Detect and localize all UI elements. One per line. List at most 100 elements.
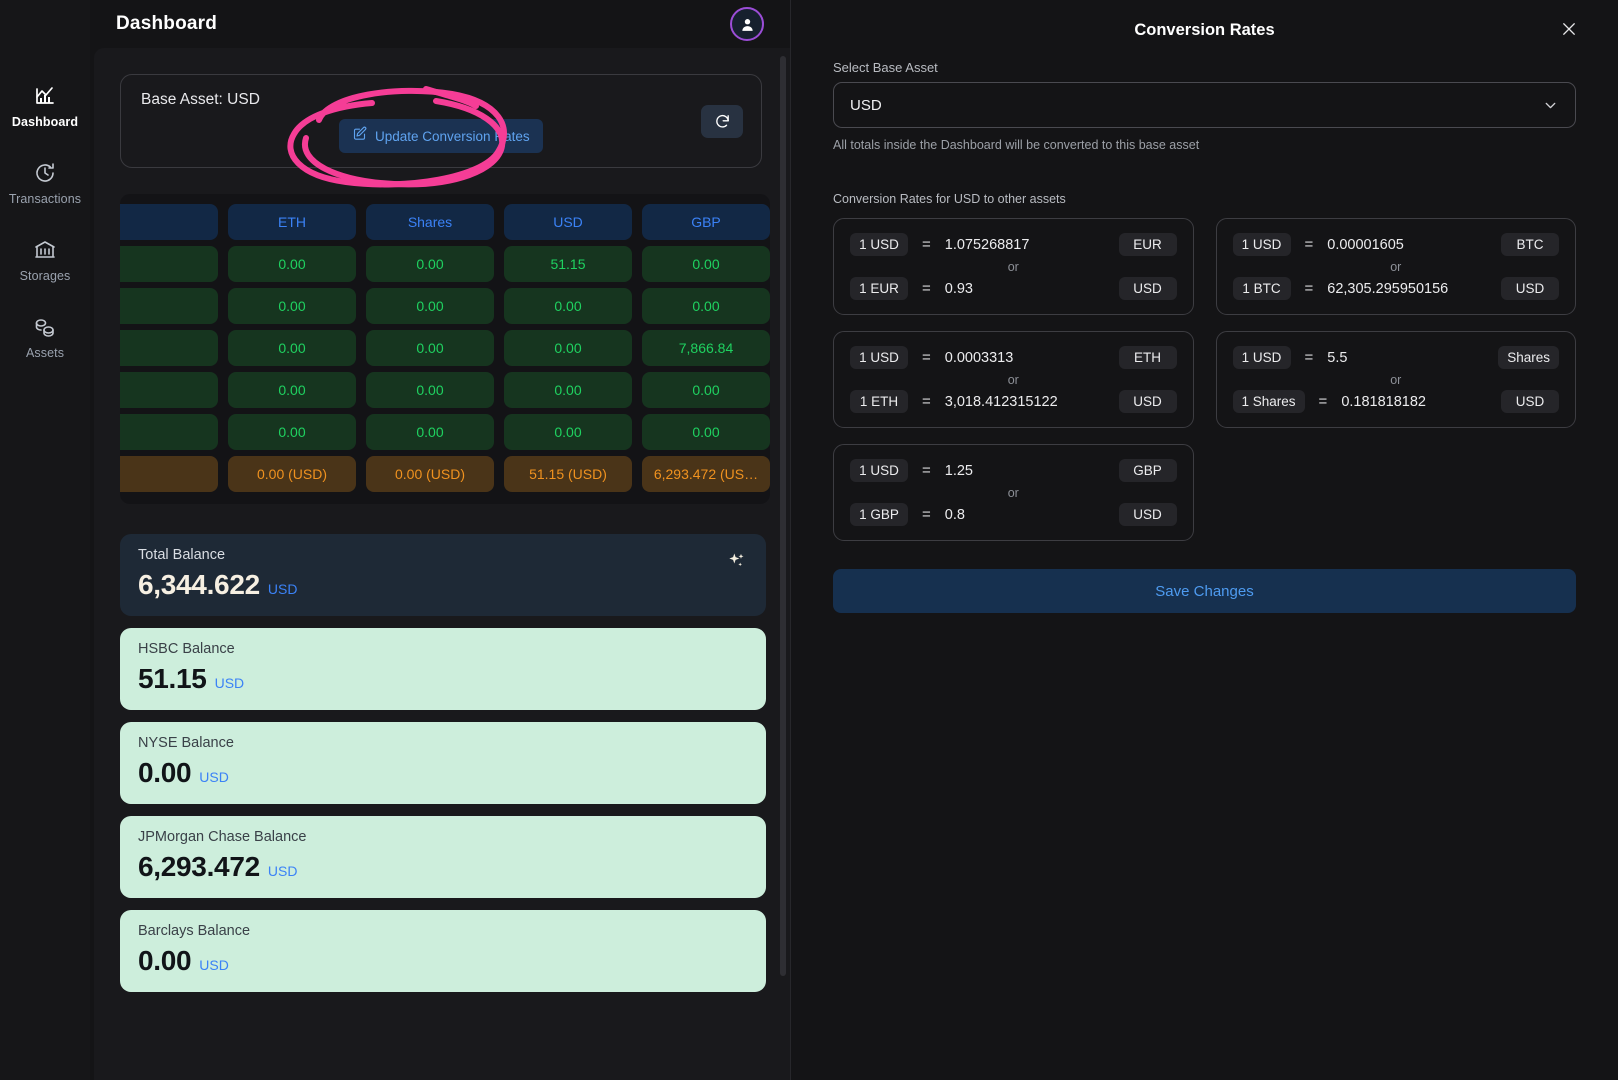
sidebar-item-assets[interactable]: Assets [0, 309, 90, 368]
table-row: 0.000.000.000.000.00 (USD) [120, 288, 770, 324]
rate-value-input[interactable]: 0.0003313 [945, 350, 1105, 366]
rate-from-pill: 1 Shares [1232, 390, 1305, 413]
balance-card[interactable]: NYSE Balance 0.00 USD [120, 722, 766, 804]
rate-value-input[interactable]: 0.93 [945, 281, 1105, 297]
equals-sign: = [1318, 393, 1328, 410]
rate-value-input[interactable]: 0.00001605 [1327, 237, 1487, 253]
rate-forward-line: 1 USD = 0.00001605 BTC [1232, 233, 1559, 256]
matrix-cell [120, 414, 218, 450]
bank-icon [33, 238, 57, 262]
matrix-cell: 0.00 [504, 372, 632, 408]
balance-card[interactable]: Total Balance 6,344.622 USD [120, 534, 766, 616]
sidebar-item-label: Assets [25, 346, 65, 360]
balance-unit: USD [267, 863, 298, 879]
equals-sign: = [1304, 349, 1314, 366]
conversion-rate-card: 1 USD = 0.0003313 ETH or 1 ETH = 3,018.41231512… [833, 331, 1194, 428]
matrix-cell: 0.00 [642, 246, 770, 282]
rate-from-pill: 1 USD [850, 233, 908, 256]
sidebar-item-transactions[interactable]: Transactions [0, 155, 90, 214]
rate-forward-line: 1 USD = 1.075268817 EUR [850, 233, 1177, 256]
pencil-square-icon [352, 126, 367, 146]
rate-to-pill: USD [1118, 277, 1177, 300]
matrix-cell: 0.00 [642, 288, 770, 324]
rate-reverse-line: 1 ETH = 3,018.412315122 USD [850, 390, 1177, 413]
refresh-button[interactable] [701, 105, 743, 138]
asset-storage-matrix[interactable]: ETHSharesUSDGBPAll Total0.000.0051.150.0… [120, 194, 770, 504]
chevron-down-icon [1545, 102, 1556, 108]
user-avatar-icon [741, 18, 753, 31]
matrix-header-cell: USD [504, 204, 632, 240]
rate-value-input[interactable]: 0.8 [945, 507, 1105, 523]
balance-card[interactable]: JPMorgan Chase Balance 6,293.472 USD [120, 816, 766, 898]
rate-from-pill: 1 EUR [850, 277, 908, 300]
matrix-cell: 0.00 [366, 372, 494, 408]
sidebar-item-label: Dashboard [11, 115, 79, 129]
rate-from-pill: 1 ETH [850, 390, 908, 413]
clock-history-icon [33, 161, 57, 185]
base-asset-select-value: USD [850, 96, 882, 114]
rate-value-input[interactable]: 1.25 [945, 463, 1105, 479]
rate-value-input[interactable]: 3,018.412315122 [945, 394, 1105, 410]
matrix-cell: 0.00 [228, 330, 356, 366]
rate-forward-line: 1 USD = 1.25 GBP [850, 459, 1177, 482]
table-row: 0.000.000.007,866.846,293.472 (US… [120, 330, 770, 366]
sidebar-item-storages[interactable]: Storages [0, 232, 90, 291]
sidebar-item-dashboard[interactable]: Dashboard [0, 78, 90, 137]
matrix-cell [120, 330, 218, 366]
refresh-icon [715, 114, 729, 128]
rate-or-separator: or [1007, 486, 1019, 500]
rate-to-pill: BTC [1501, 233, 1559, 256]
matrix-cell: 0.00 (USD) [366, 456, 494, 492]
equals-sign: = [922, 462, 931, 479]
rate-from-pill: 1 USD [1232, 346, 1291, 369]
matrix-cell: 0.00 [228, 414, 356, 450]
balance-card[interactable]: Barclays Balance 0.00 USD [120, 910, 766, 992]
matrix-cell: 7,866.84 [642, 330, 770, 366]
matrix-cell: 0.00 [366, 414, 494, 450]
matrix-header-cell [120, 204, 218, 240]
balance-unit: USD [214, 675, 245, 691]
matrix-cell: 0.00 [228, 288, 356, 324]
conversion-rates-panel: Conversion Rates Select Base Asset USD A… [790, 0, 1618, 1080]
balance-card[interactable]: HSBC Balance 51.15 USD [120, 628, 766, 710]
rate-or-separator: or [1390, 260, 1402, 274]
save-changes-button[interactable]: Save Changes [833, 569, 1576, 613]
matrix-cell [120, 246, 218, 282]
rate-value-input[interactable]: 0.181818182 [1341, 394, 1487, 410]
matrix-cell: 0.00 [228, 246, 356, 282]
equals-sign: = [922, 506, 931, 523]
balance-unit: USD [267, 581, 298, 597]
rate-to-pill: USD [1118, 390, 1177, 413]
rate-reverse-line: 1 GBP = 0.8 USD [850, 503, 1177, 526]
balance-unit: USD [199, 957, 229, 973]
balance-amount-row: 0.00 USD [138, 945, 748, 977]
equals-sign: = [922, 393, 931, 410]
rate-value-input[interactable]: 5.5 [1327, 350, 1484, 366]
update-conversion-rates-button[interactable]: Update Conversion Rates [339, 119, 543, 153]
base-asset-text: Base Asset: USD [141, 91, 260, 108]
table-row: 0.000.0051.150.0051.15 (USD) [120, 246, 770, 282]
rate-reverse-line: 1 Shares = 0.181818182 USD [1232, 390, 1559, 413]
vertical-scrollbar[interactable] [780, 56, 786, 976]
equals-sign: = [922, 349, 931, 366]
close-button[interactable] [1558, 18, 1580, 40]
save-changes-label: Save Changes [1155, 582, 1254, 600]
rate-forward-line: 1 USD = 5.5 Shares [1232, 346, 1559, 369]
balance-cards-list: Total Balance 6,344.622 USD HSBC Balance 51.… [120, 534, 770, 992]
balance-card-label: Total Balance [138, 547, 226, 563]
balance-card-label: JPMorgan Chase Balance [138, 829, 307, 845]
avatar[interactable] [730, 7, 764, 41]
dashboard-app-area: Dashboard Transactions Storages Assets D… [0, 0, 790, 1080]
balance-amount-row: 0.00 USD [138, 757, 748, 789]
rate-value-input[interactable]: 62,305.295950156 [1327, 281, 1487, 297]
matrix-cell: 0.00 [366, 288, 494, 324]
rate-or-separator: or [1007, 260, 1019, 274]
rate-value-input[interactable]: 1.075268817 [945, 237, 1105, 253]
rate-from-pill: 1 USD [850, 346, 908, 369]
rate-to-pill: ETH [1118, 346, 1177, 369]
rate-forward-line: 1 USD = 0.0003313 ETH [850, 346, 1177, 369]
main-column: Dashboard Base Asset: USD Update Convers… [90, 0, 790, 1080]
equals-sign: = [1304, 280, 1314, 297]
base-asset-select[interactable]: USD [833, 82, 1576, 128]
balance-amount: 6,344.622 [138, 569, 260, 600]
